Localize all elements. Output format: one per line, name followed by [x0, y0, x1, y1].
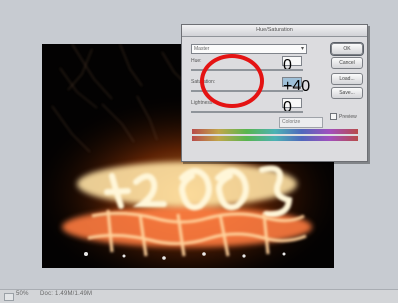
spectrum-bar-bottom: [192, 136, 358, 141]
edit-channel-dropdown[interactable]: Master ▾: [191, 44, 307, 54]
colorize-option[interactable]: Colorize: [279, 117, 323, 128]
ok-button[interactable]: OK: [331, 43, 363, 55]
load-button[interactable]: Load...: [331, 73, 363, 85]
dialog-title: Hue/Saturation: [182, 25, 367, 37]
save-button[interactable]: Save...: [331, 87, 363, 99]
spectrum-bar-top: [192, 129, 358, 134]
hue-label: Hue:: [191, 58, 202, 64]
annotation-circle: [200, 54, 264, 108]
status-zoom: 50%: [16, 291, 29, 297]
preview-label: Preview: [339, 113, 357, 120]
preview-option[interactable]: Preview: [330, 113, 357, 120]
edit-channel-value: Master: [194, 46, 210, 52]
chevron-down-icon: ▾: [300, 46, 304, 52]
preview-checkbox[interactable]: [330, 113, 337, 120]
status-icon: [4, 293, 14, 301]
lightness-value[interactable]: 0: [282, 98, 302, 116]
lightness-slider[interactable]: [191, 111, 303, 113]
saturation-value[interactable]: +40: [282, 77, 310, 95]
colorize-label: Colorize: [282, 119, 301, 125]
status-doc-info: Doc: 1.49M/1.49M: [40, 291, 93, 297]
hue-value[interactable]: 0: [282, 56, 302, 74]
cancel-button[interactable]: Cancel: [331, 57, 363, 69]
status-bar: 50% Doc: 1.49M/1.49M: [0, 289, 398, 303]
